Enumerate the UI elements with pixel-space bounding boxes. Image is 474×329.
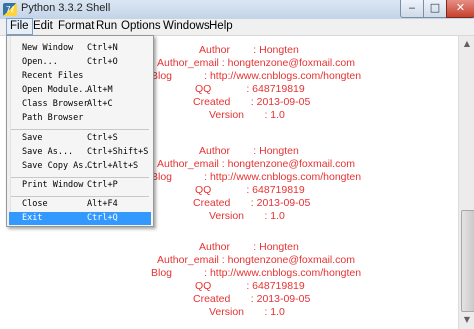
menu-separator xyxy=(11,196,149,197)
menu-edit[interactable]: Edit xyxy=(30,19,56,34)
file-menu-dropdown: New Window Ctrl+N Open... Ctrl+O Recent … xyxy=(6,35,154,227)
output-line: Version : 1.0 xyxy=(209,109,285,121)
output-line: Author_email : hongtenzone@foxmail.com xyxy=(157,57,356,69)
output-line: QQ : 648719819 xyxy=(195,280,305,292)
menu-item-open-module[interactable]: Open Module... Alt+M xyxy=(9,84,151,97)
menu-item-label: Open Module... xyxy=(22,85,94,95)
menu-item-shortcut: Ctrl+N xyxy=(87,43,118,53)
menu-item-label: New Window xyxy=(22,43,74,53)
menu-item-shortcut: Ctrl+P xyxy=(87,180,118,190)
menu-item-shortcut: Ctrl+Q xyxy=(87,213,118,223)
output-line: QQ : 648719819 xyxy=(195,83,305,95)
menu-item-label: Open... xyxy=(22,57,58,67)
menu-separator xyxy=(11,177,149,178)
output-line: Author_email : hongtenzone@foxmail.com xyxy=(157,254,356,266)
menu-item-class-browser[interactable]: Class Browser Alt+C xyxy=(9,98,151,111)
vertical-scrollbar[interactable]: ▲ ▼ xyxy=(458,36,474,329)
output-line: Blog : http://www.cnblogs.com/hongten xyxy=(151,70,362,82)
output-line: Author_email : hongtenzone@foxmail.com xyxy=(157,158,356,170)
menu-item-label: Print Window xyxy=(22,180,84,190)
menu-item-print-window[interactable]: Print Window Ctrl+P xyxy=(9,179,151,192)
menu-help[interactable]: Help xyxy=(206,19,236,34)
output-line: Created : 2013-09-05 xyxy=(193,197,311,209)
output-line: QQ : 648719819 xyxy=(195,184,305,196)
menu-item-shortcut: Ctrl+Alt+S xyxy=(87,161,139,171)
menu-options[interactable]: Options xyxy=(118,19,164,34)
menu-item-shortcut: Ctrl+S xyxy=(87,133,118,143)
output-line: Created : 2013-09-05 xyxy=(193,96,311,108)
menu-item-shortcut: Alt+M xyxy=(87,85,113,95)
output-line: Author : Hongten xyxy=(199,145,299,157)
menu-bar: File Edit Format Run Options Windows Hel… xyxy=(0,18,474,36)
output-line: Version : 1.0 xyxy=(209,306,285,318)
menu-windows[interactable]: Windows xyxy=(160,19,213,34)
menu-item-label: Class Browser xyxy=(22,99,89,109)
menu-item-label: Save As... xyxy=(22,147,74,157)
menu-item-label: Recent Files xyxy=(22,71,84,81)
menu-item-shortcut: Ctrl+O xyxy=(87,57,118,67)
menu-item-recent-files[interactable]: Recent Files xyxy=(9,70,151,83)
scroll-down-icon[interactable]: ▼ xyxy=(461,314,473,326)
menu-item-save-as[interactable]: Save As... Ctrl+Shift+S xyxy=(9,146,151,159)
close-button[interactable]: ✕ xyxy=(446,0,474,18)
output-line: Version : 1.0 xyxy=(209,210,285,222)
output-line: Author : Hongten xyxy=(199,241,299,253)
window-title: Python 3.3.2 Shell xyxy=(21,2,111,14)
menu-file[interactable]: File xyxy=(6,18,33,35)
menu-item-open[interactable]: Open... Ctrl+O xyxy=(9,56,151,69)
menu-item-shortcut: Ctrl+Shift+S xyxy=(87,147,149,157)
menu-item-path-browser[interactable]: Path Browser xyxy=(9,112,151,125)
menu-run[interactable]: Run xyxy=(93,19,120,34)
menu-item-new-window[interactable]: New Window Ctrl+N xyxy=(9,42,151,55)
menu-item-close[interactable]: Close Alt+F4 xyxy=(9,198,151,211)
menu-item-label: Exit xyxy=(22,213,43,223)
scroll-thumb[interactable] xyxy=(461,210,474,312)
maximize-button[interactable]: □ xyxy=(423,0,447,18)
menu-item-label: Path Browser xyxy=(22,113,84,123)
output-line: Created : 2013-09-05 xyxy=(193,293,311,305)
menu-format[interactable]: Format xyxy=(55,19,97,34)
output-line: Author : Hongten xyxy=(199,44,299,56)
minimize-button[interactable]: ‒ xyxy=(400,0,424,18)
menu-item-label: Save xyxy=(22,133,43,143)
menu-item-save-copy-as[interactable]: Save Copy As... Ctrl+Alt+S xyxy=(9,160,151,173)
title-bar: 7ℓ Python 3.3.2 Shell ‒ □ ✕ xyxy=(0,0,474,20)
scroll-up-icon[interactable]: ▲ xyxy=(461,38,473,50)
output-line: Blog : http://www.cnblogs.com/hongten xyxy=(151,267,362,279)
output-line: Blog : http://www.cnblogs.com/hongten xyxy=(151,171,362,183)
menu-item-shortcut: Alt+C xyxy=(87,99,113,109)
menu-item-exit[interactable]: Exit Ctrl+Q xyxy=(9,212,151,225)
menu-item-shortcut: Alt+F4 xyxy=(87,199,118,209)
python-icon[interactable]: 7ℓ xyxy=(3,3,17,16)
menu-separator xyxy=(11,129,149,130)
menu-item-label: Close xyxy=(22,199,48,209)
menu-item-save[interactable]: Save Ctrl+S xyxy=(9,132,151,145)
